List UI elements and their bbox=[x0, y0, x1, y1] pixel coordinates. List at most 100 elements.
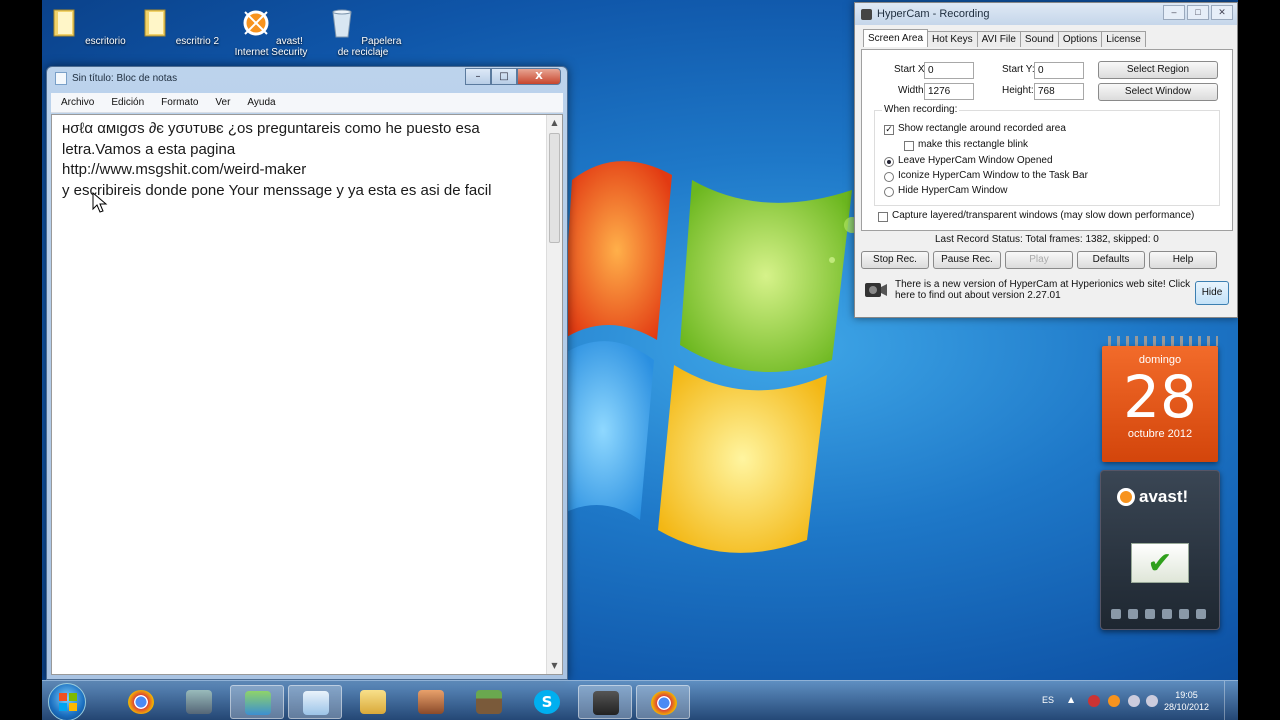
screen-area-panel: Start X: 0 Start Y: 0 Select Region Widt… bbox=[861, 49, 1233, 231]
clock[interactable]: 19:05 28/10/2012 bbox=[1164, 689, 1209, 713]
notepad-text-area[interactable]: ʜσℓα αмιgσѕ ∂є уσυтυвє ¿os preguntareis … bbox=[51, 114, 563, 675]
start-x-label: Start X: bbox=[894, 64, 928, 75]
hide-window-radio[interactable] bbox=[884, 187, 894, 197]
shortcut-icon[interactable] bbox=[1196, 609, 1206, 619]
tray-volume-icon[interactable] bbox=[1146, 695, 1158, 707]
record-status-text: Last Record Status: Total frames: 1382, … bbox=[935, 234, 1159, 245]
scroll-up-icon[interactable]: ▲ bbox=[547, 115, 562, 131]
hypercam-titlebar[interactable]: HyperCam - Recording – □ ✕ bbox=[855, 3, 1237, 25]
taskbar-chrome-2[interactable] bbox=[636, 685, 690, 719]
stop-rec-button[interactable]: Stop Rec. bbox=[861, 251, 929, 269]
chrome-icon bbox=[651, 691, 677, 715]
pause-rec-button[interactable]: Pause Rec. bbox=[933, 251, 1001, 269]
desktop-icon-recycle-bin[interactable]: Papelera de reciclaje bbox=[322, 4, 404, 58]
defaults-button[interactable]: Defaults bbox=[1077, 251, 1145, 269]
notepad-titlebar[interactable]: Sin título: Bloc de notas bbox=[55, 72, 177, 85]
update-message[interactable]: There is a new version of HyperCam at Hy… bbox=[895, 279, 1195, 301]
tab-license[interactable]: License bbox=[1101, 31, 1146, 47]
iconize-radio[interactable] bbox=[884, 172, 894, 182]
menu-edicion[interactable]: Edición bbox=[111, 97, 144, 108]
scroll-thumb[interactable] bbox=[549, 133, 560, 243]
windows-logo bbox=[562, 161, 872, 553]
width-field[interactable]: 1276 bbox=[924, 83, 974, 100]
desktop-icon-escritrio-2[interactable]: escritrio 2 bbox=[138, 4, 220, 47]
taskbar-network[interactable] bbox=[230, 685, 284, 719]
taskbar-minecraft[interactable] bbox=[462, 685, 516, 719]
taskbar-tools[interactable] bbox=[172, 685, 226, 719]
desktop-icon-label: escritorio bbox=[85, 36, 126, 47]
start-x-field[interactable]: 0 bbox=[924, 62, 974, 79]
blink-rectangle-label: make this rectangle blink bbox=[918, 139, 1029, 150]
camera-icon bbox=[865, 283, 887, 297]
start-y-label: Start Y: bbox=[1002, 64, 1035, 75]
language-indicator[interactable]: ES bbox=[1042, 695, 1054, 705]
taskbar-skype[interactable]: S bbox=[520, 685, 574, 719]
notepad-content[interactable]: ʜσℓα αмιgσѕ ∂є уσυтυвє ¿os preguntareis … bbox=[62, 119, 542, 201]
select-window-button[interactable]: Select Window bbox=[1098, 83, 1218, 101]
iconize-label: Iconize HyperCam Window to the Task Bar bbox=[898, 170, 1088, 181]
help-button[interactable]: Help bbox=[1149, 251, 1217, 269]
shortcut-icon[interactable] bbox=[1128, 609, 1138, 619]
shortcut-icon[interactable] bbox=[1179, 609, 1189, 619]
clock-time: 19:05 bbox=[1175, 690, 1198, 700]
menu-formato[interactable]: Formato bbox=[161, 97, 198, 108]
protection-check-icon[interactable]: ✔ bbox=[1131, 543, 1189, 583]
tray-network-icon[interactable] bbox=[1128, 695, 1140, 707]
avast-shortcut-icons bbox=[1111, 609, 1206, 619]
show-rectangle-checkbox[interactable]: ✓ bbox=[884, 125, 894, 135]
shortcut-icon[interactable] bbox=[1145, 609, 1155, 619]
hide-button[interactable]: Hide bbox=[1195, 281, 1229, 305]
maximize-button[interactable]: □ bbox=[491, 68, 517, 85]
hypercam-window-controls: – □ ✕ bbox=[1163, 5, 1233, 20]
shortcut-icon[interactable] bbox=[1111, 609, 1121, 619]
when-recording-label: When recording: bbox=[882, 104, 960, 115]
width-label: Width: bbox=[898, 85, 927, 96]
minecraft-icon bbox=[476, 690, 502, 714]
tab-sound[interactable]: Sound bbox=[1019, 31, 1059, 47]
tray-flag-icon[interactable] bbox=[1088, 695, 1100, 707]
tab-avi-file[interactable]: AVI File bbox=[976, 31, 1021, 47]
taskbar-explorer[interactable] bbox=[346, 685, 400, 719]
notepad-window[interactable]: Sin título: Bloc de notas – □ X Archivo … bbox=[46, 66, 568, 680]
desktop-icon-escritorio[interactable]: escritorio bbox=[46, 4, 128, 47]
hypercam-window[interactable]: HyperCam - Recording – □ ✕ Screen Area H… bbox=[854, 2, 1238, 318]
close-button[interactable]: ✕ bbox=[1211, 5, 1233, 20]
minimize-button[interactable]: – bbox=[1163, 5, 1185, 20]
avast-gadget[interactable]: avast! ✔ bbox=[1100, 470, 1220, 630]
calendar-gadget[interactable]: domingo 28 octubre 2012 bbox=[1102, 336, 1218, 462]
taskbar-notepad[interactable] bbox=[288, 685, 342, 719]
show-hidden-icons[interactable]: ▲ bbox=[1068, 695, 1080, 707]
tab-screen-area[interactable]: Screen Area bbox=[863, 29, 929, 47]
maximize-button[interactable]: □ bbox=[1187, 5, 1209, 20]
taskbar-chrome[interactable] bbox=[114, 685, 168, 719]
height-field[interactable]: 768 bbox=[1034, 83, 1084, 100]
start-y-field[interactable]: 0 bbox=[1034, 62, 1084, 79]
capture-layered-checkbox[interactable] bbox=[878, 212, 888, 222]
folder-icon bbox=[360, 690, 386, 714]
tools-icon bbox=[186, 690, 212, 714]
select-region-button[interactable]: Select Region bbox=[1098, 61, 1218, 79]
taskbar-hypercam[interactable] bbox=[578, 685, 632, 719]
menu-archivo[interactable]: Archivo bbox=[61, 97, 94, 108]
menu-ver[interactable]: Ver bbox=[215, 97, 230, 108]
show-desktop-button[interactable] bbox=[1224, 681, 1238, 720]
tab-hot-keys[interactable]: Hot Keys bbox=[927, 31, 978, 47]
shortcut-icon[interactable] bbox=[1162, 609, 1172, 619]
scroll-down-icon[interactable]: ▼ bbox=[547, 658, 562, 674]
tray-avast-icon[interactable] bbox=[1108, 695, 1120, 707]
blink-rectangle-checkbox[interactable] bbox=[904, 141, 914, 151]
hide-window-label: Hide HyperCam Window bbox=[898, 185, 1008, 196]
tab-options[interactable]: Options bbox=[1057, 31, 1103, 47]
play-button[interactable]: Play bbox=[1005, 251, 1073, 269]
start-button[interactable] bbox=[48, 683, 86, 720]
desktop-icon-avast[interactable]: avast! Internet Security bbox=[230, 4, 312, 58]
close-button[interactable]: X bbox=[517, 68, 561, 85]
vertical-scrollbar[interactable]: ▲ ▼ bbox=[546, 115, 562, 674]
notepad-menubar: Archivo Edición Formato Ver Ayuda bbox=[51, 93, 563, 113]
minimize-button[interactable]: – bbox=[465, 68, 491, 85]
menu-ayuda[interactable]: Ayuda bbox=[247, 97, 275, 108]
leave-opened-radio[interactable] bbox=[884, 157, 894, 167]
taskbar-media[interactable] bbox=[404, 685, 458, 719]
folder-icon bbox=[144, 9, 166, 37]
hypercam-tabs: Screen Area Hot Keys AVI File Sound Opti… bbox=[863, 29, 1146, 47]
